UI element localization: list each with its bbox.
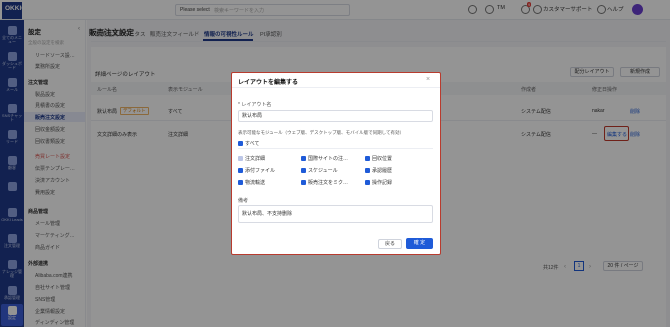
check-icon [238,156,243,161]
remark-textarea[interactable]: 默认布局、不支持删除 [238,205,433,223]
layout-name-label: * レイアウト名 [238,102,272,108]
cancel-button[interactable]: 戻る [378,239,402,249]
check-icon [365,180,370,185]
checkbox-module[interactable]: 国際サイトの注… [301,155,348,162]
checkbox-module[interactable]: 操作記録 [365,179,392,186]
checkbox-module[interactable]: 販売注文をミク… [301,179,348,186]
modules-label: 表示可能なモジュール（ウェブ版、デスクトップ版、モバイル版で同期して有効） [238,130,405,135]
check-icon [301,168,306,173]
check-icon [365,168,370,173]
modal-divider [232,87,440,88]
check-icon [301,180,306,185]
confirm-button[interactable]: 確 定 [406,238,433,249]
check-icon [238,168,243,173]
check-icon [238,180,243,185]
edit-layout-modal: レイアウトを編集する × * レイアウト名 默认布局 表示可能なモジュール（ウェ… [231,72,441,255]
checkbox-module: 注文詳細 [238,155,265,162]
checkbox-all[interactable]: すべて [238,140,259,147]
check-icon [365,156,370,161]
remark-label: 備考 [238,198,249,204]
check-icon [301,156,306,161]
check-icon [238,141,243,146]
layout-name-input[interactable]: 默认布局 [238,110,433,122]
close-icon[interactable]: × [426,76,430,83]
checkbox-module[interactable]: 回収位置 [365,155,392,162]
checkbox-module[interactable]: 承認履歴 [365,167,392,174]
checkbox-module[interactable]: 物流輸送 [238,179,265,186]
checkbox-module[interactable]: 添付ファイル [238,167,275,174]
checkbox-module[interactable]: スケジュール [301,167,338,174]
modal-title: レイアウトを編集する [238,80,299,86]
checkbox-divider [238,148,433,149]
